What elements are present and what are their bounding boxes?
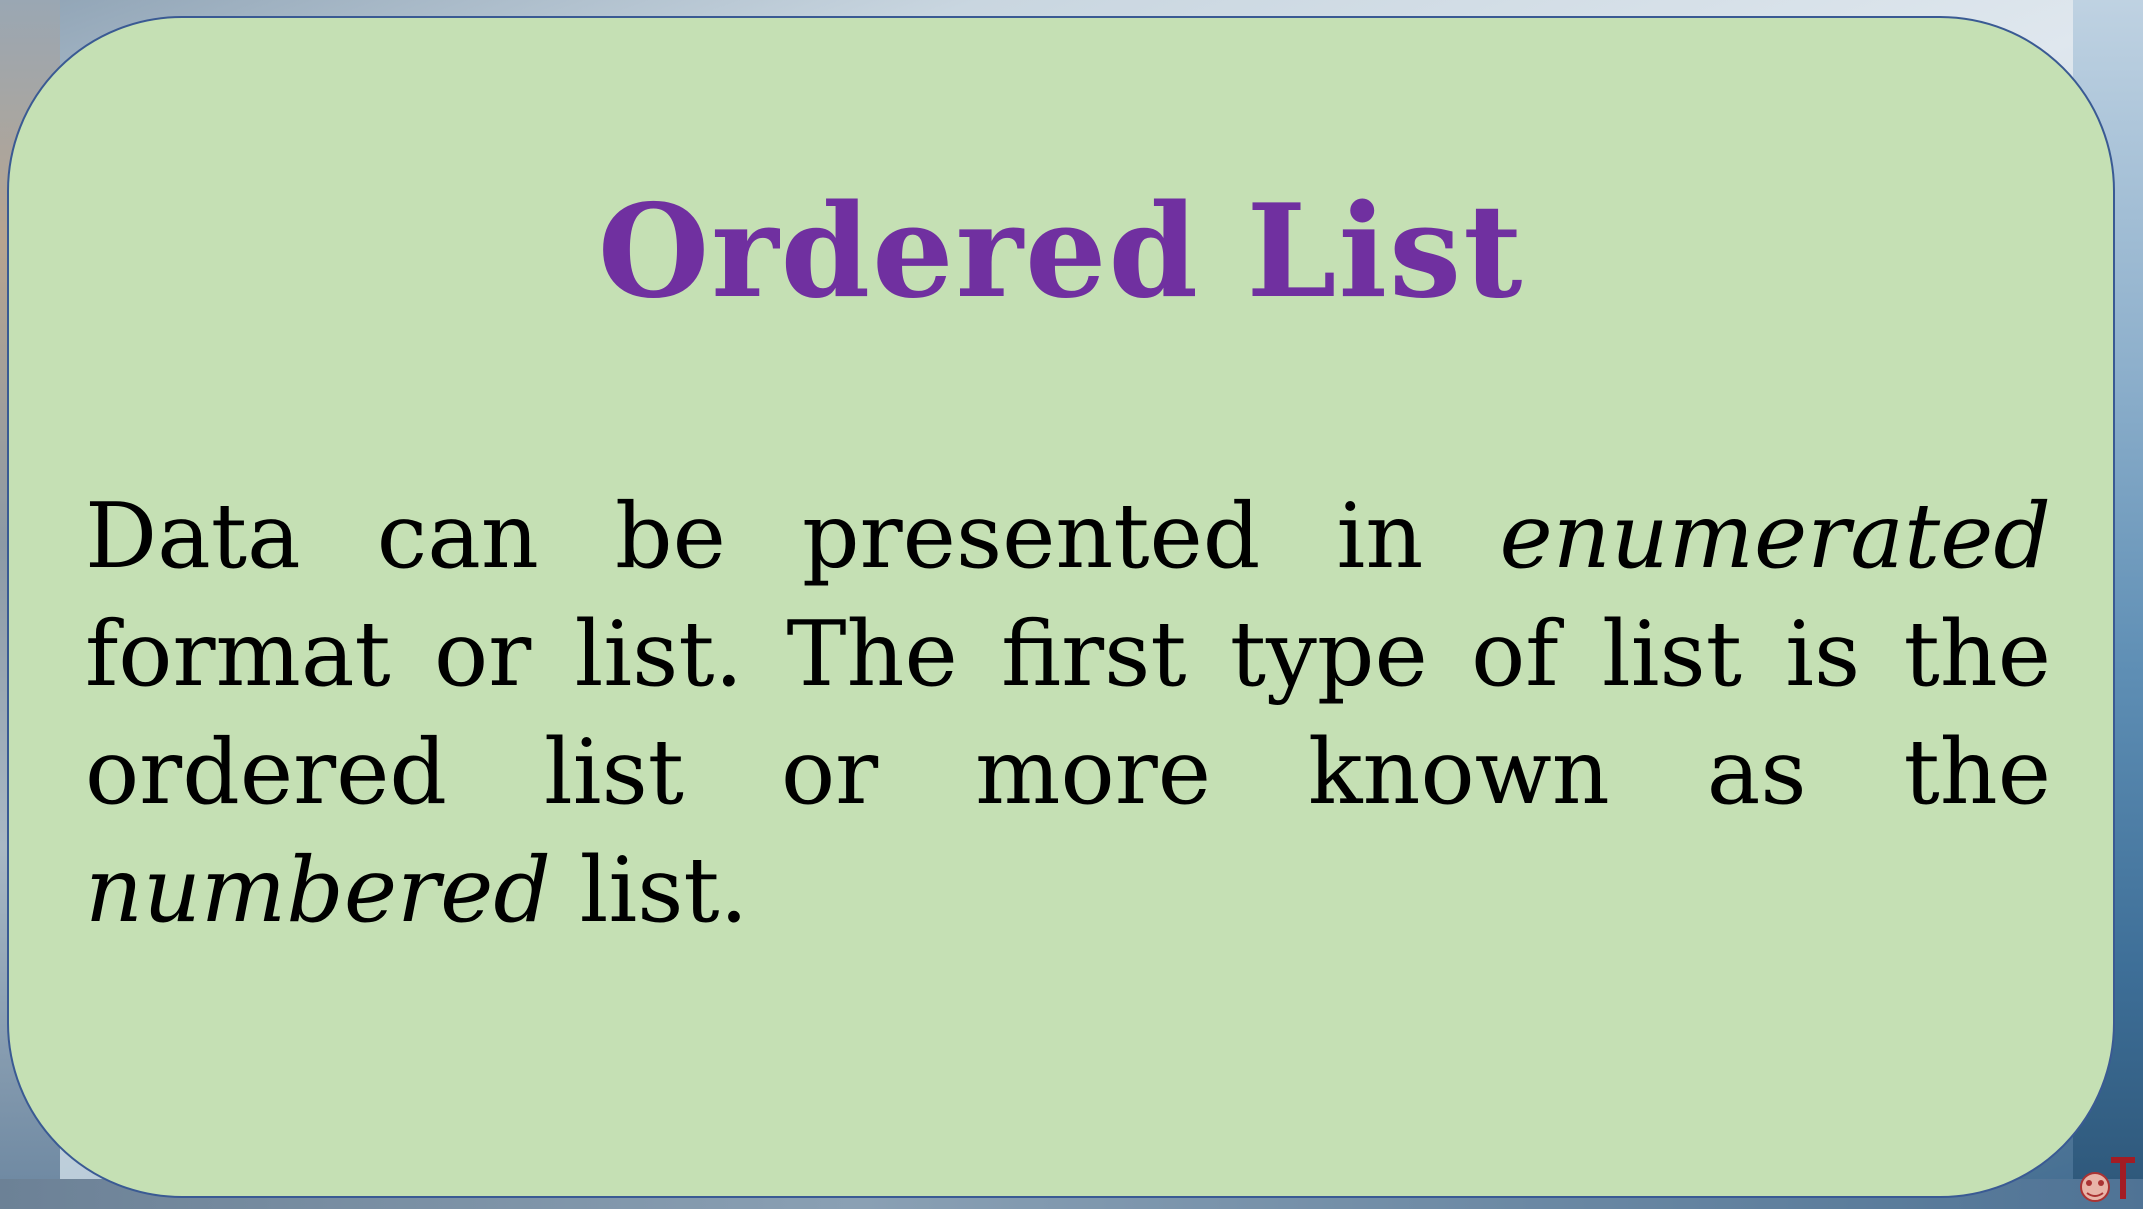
slide-card: Ordered List Data can be presented in en… xyxy=(7,16,2115,1198)
paragraph-emphasis-numbered: numbered xyxy=(85,838,552,943)
paragraph-emphasis-enumerated: enumerated xyxy=(1499,484,2051,589)
slide-paragraph: Data can be presented in enumerated form… xyxy=(85,478,2051,950)
paragraph-text-3: list. xyxy=(551,838,749,943)
paragraph-text-1: Data can be presented in xyxy=(85,484,1500,589)
slide-title: Ordered List xyxy=(597,177,1525,327)
paragraph-text-2: format or list. The first type of list i… xyxy=(85,602,2051,825)
logo-icon xyxy=(2080,1157,2135,1202)
